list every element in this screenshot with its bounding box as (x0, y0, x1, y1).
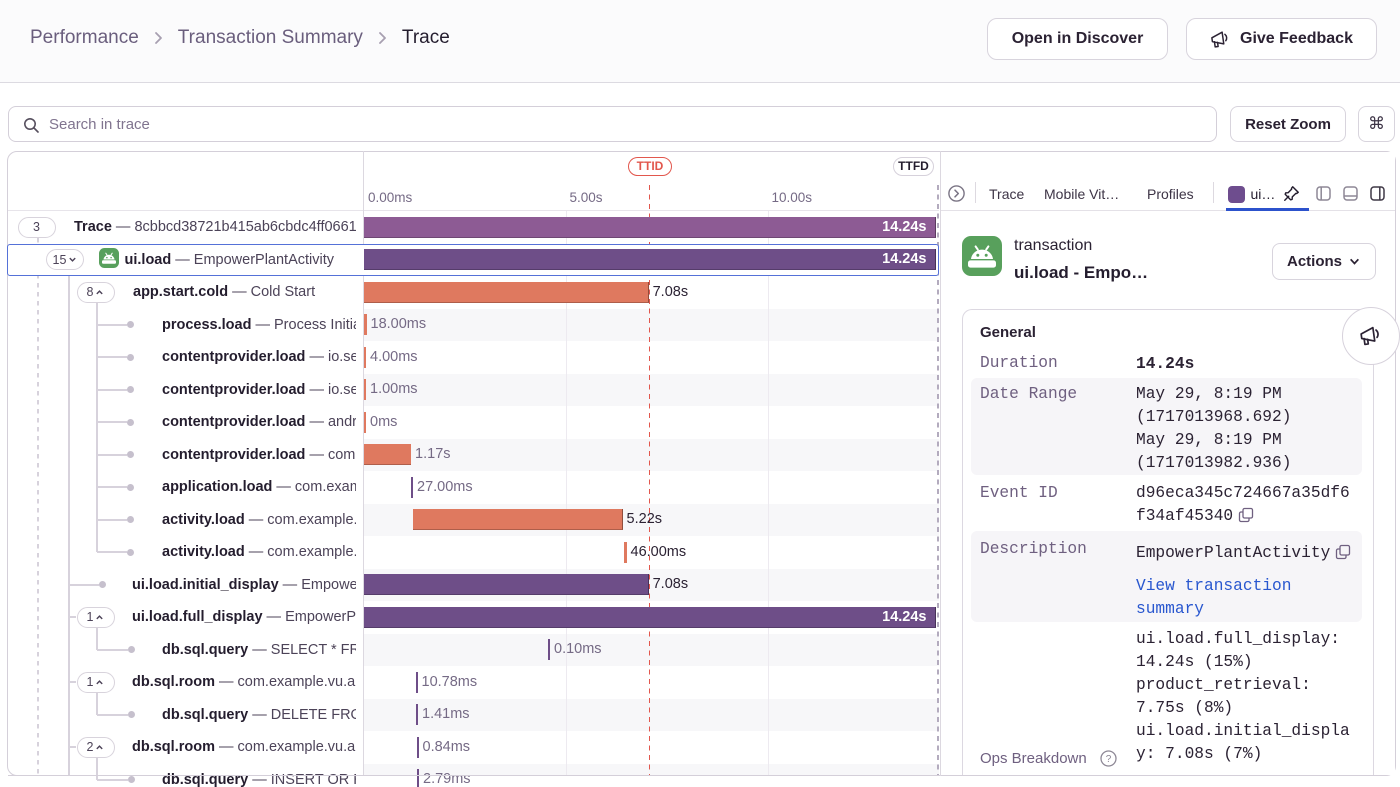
svg-text:?: ? (1106, 754, 1112, 765)
